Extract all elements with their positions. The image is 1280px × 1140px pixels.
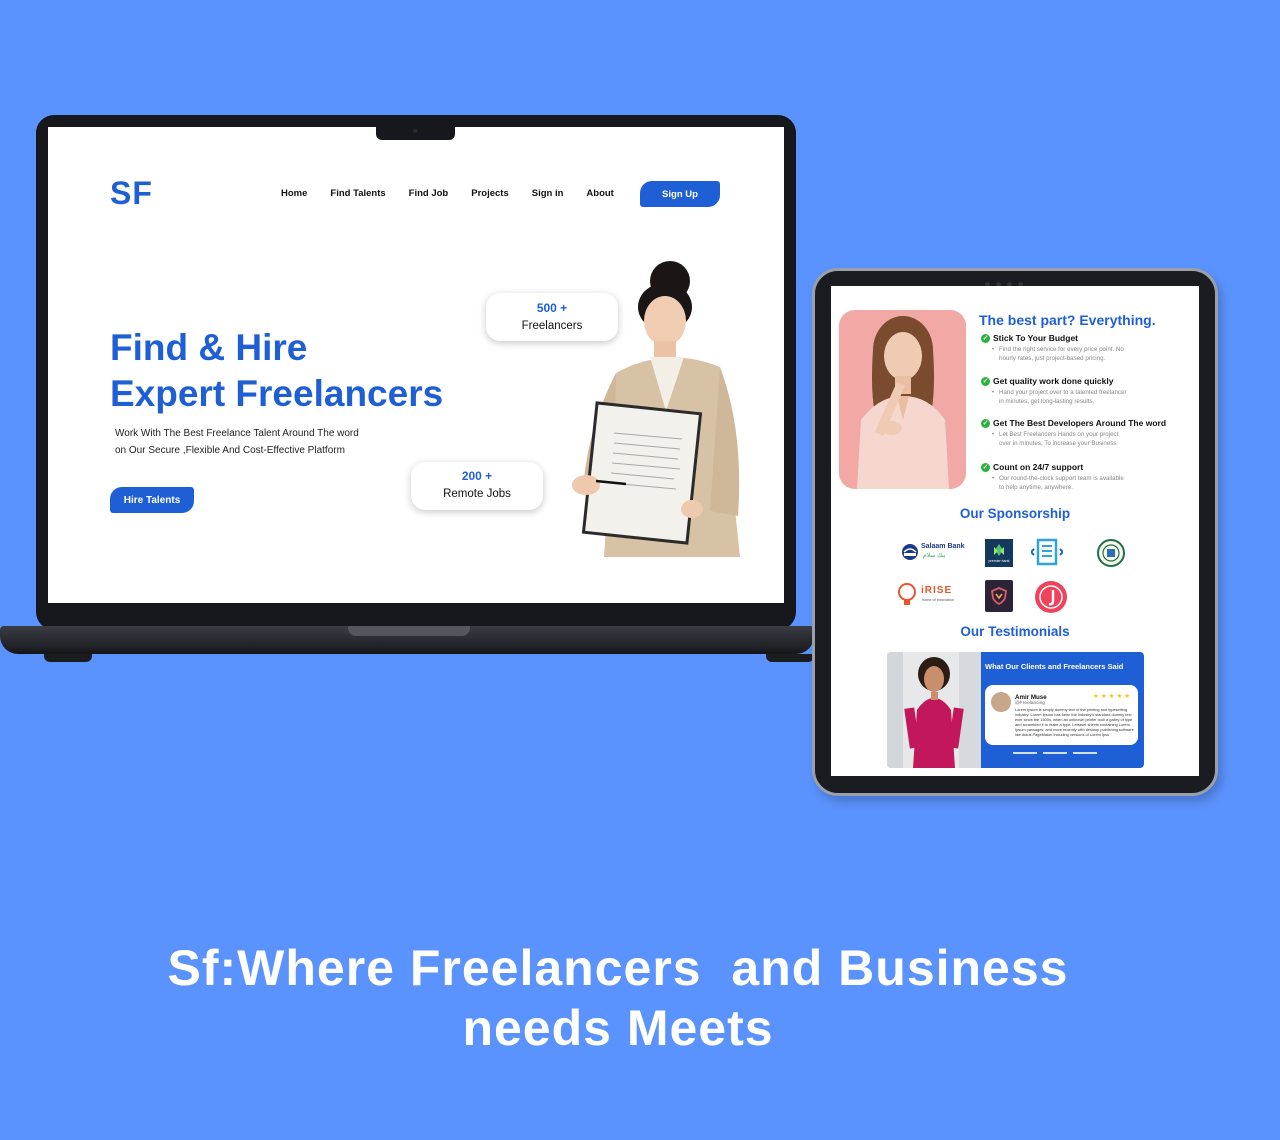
hire-talents-button[interactable]: Hire Talents: [110, 487, 194, 513]
tagline: Sf:Where Freelancers and Business needs …: [0, 938, 1236, 1058]
salaam-bank-name: Salaam Bank: [921, 543, 965, 550]
laptop-trackpad-groove: [348, 626, 470, 636]
freelancers-count: 500 +: [536, 301, 568, 315]
sponsorship-title: Our Sponsorship: [959, 506, 1071, 521]
salaam-bank-arabic: بنك سلام: [923, 553, 946, 559]
nav-home[interactable]: Home: [281, 188, 307, 199]
check-icon: ✓: [981, 418, 990, 428]
hero-title-line2: Expert Freelancers: [110, 373, 444, 414]
tablet-screen: The best part? Everything. ✓ Stick To You…: [831, 286, 1199, 776]
carousel-dot[interactable]: [1073, 752, 1097, 754]
freelancers-label: Freelancers: [521, 320, 583, 332]
document-brand-logo[interactable]: [1031, 537, 1063, 567]
j-brand-logo[interactable]: [1035, 581, 1067, 613]
laptop-foot-left: [44, 654, 92, 662]
testimonial-header: What Our Clients and Freelancers Said: [985, 662, 1124, 671]
tablet-camera: [985, 274, 1045, 287]
feature-desc: Our round-the-clock support team is avai…: [992, 475, 1129, 492]
remote-jobs-count: 200 +: [461, 469, 493, 483]
remote-jobs-stat-card: 200 + Remote Jobs: [411, 462, 543, 510]
feature-desc: Hand your project over to a talented fre…: [992, 389, 1129, 406]
feature-item: ✓ Get The Best Developers Around The word…: [981, 418, 1196, 448]
laptop-screen: SF Home Find Talents Find Job Projects S…: [48, 127, 784, 603]
testimonial-woman-image: [887, 652, 981, 768]
feature-item: ✓Stick To Your Budget Find the right ser…: [981, 333, 1196, 363]
carousel-dot[interactable]: [1013, 752, 1037, 754]
laptop-foot-right: [766, 654, 814, 662]
nav-find-job[interactable]: Find Job: [409, 188, 449, 199]
hero-subtitle: Work With The Best Freelance Talent Arou…: [115, 426, 405, 459]
hero-title-line1: Find & Hire: [110, 327, 308, 368]
features-heading: The best part? Everything.: [979, 312, 1156, 328]
irise-tagline: home of innovation: [922, 598, 955, 602]
nav-find-talents[interactable]: Find Talents: [330, 188, 385, 199]
feature-desc: Let Best Freelancers Hands on your proje…: [992, 431, 1129, 448]
avatar: [991, 692, 1011, 712]
irise-logo[interactable]: iRISE home of innovation: [897, 581, 965, 609]
remote-jobs-label: Remote Jobs: [443, 488, 511, 500]
nav-about[interactable]: About: [586, 188, 613, 199]
feature-desc: Find the right service for every price p…: [992, 346, 1129, 363]
nav-sign-in[interactable]: Sign in: [532, 188, 564, 199]
testimonials-title: Our Testimonials: [960, 624, 1070, 639]
signup-button[interactable]: Sign Up: [640, 181, 720, 207]
tagline-line2: needs Meets: [462, 1000, 774, 1056]
feature-title: Get quality work done quickly: [993, 376, 1114, 386]
nav-projects[interactable]: Projects: [471, 188, 509, 199]
feature-title: Count on 24/7 support: [993, 462, 1084, 472]
feature-title: Stick To Your Budget: [993, 333, 1079, 343]
testimonial-card: What Our Clients and Freelancers Said Am…: [887, 652, 1144, 768]
testimonial-name: Amir Muse: [1015, 694, 1047, 701]
freelancers-stat-card: 500 + Freelancers: [486, 293, 618, 341]
laptop-camera: [413, 129, 417, 133]
feature-item: ✓Count on 24/7 support Our round-the-clo…: [981, 462, 1196, 492]
testimonial-text: Lorem Ipsum is simply dummy text of the …: [1015, 707, 1134, 737]
hero-subtitle-line1: Work With The Best Freelance Talent Arou…: [115, 428, 359, 439]
site-logo[interactable]: SF: [110, 175, 153, 212]
rating-stars-icon: ★★★★★: [1093, 693, 1133, 700]
testimonial-quote-card: Amir Muse @Freelancing ★★★★★ Lorem Ipsum…: [985, 685, 1138, 745]
carousel-dot[interactable]: [1043, 752, 1067, 754]
check-icon: ✓: [981, 333, 990, 343]
tagline-line1: Sf:Where Freelancers and Business: [167, 940, 1069, 996]
irise-name: iRISE: [921, 585, 953, 596]
feature-woman-image: [839, 310, 966, 489]
hero-title: Find & Hire Expert Freelancers: [110, 325, 443, 417]
main-nav: Home Find Talents Find Job Projects Sign…: [281, 188, 637, 199]
testimonial-handle: @Freelancing: [1015, 701, 1045, 706]
premier-bank-name: premier bank: [988, 559, 1010, 563]
hero-subtitle-line2: on Our Secure ,Flexible And Cost-Effecti…: [115, 444, 345, 456]
salaam-bank-logo[interactable]: Salaam Bank بنك سلام: [901, 541, 965, 563]
feature-item: ✓Get quality work done quickly Hand your…: [981, 376, 1196, 406]
check-icon: ✓: [981, 462, 990, 472]
shield-brand-logo[interactable]: [985, 580, 1013, 612]
carousel-indicators[interactable]: [1013, 752, 1097, 754]
premier-bank-logo[interactable]: premier bank: [985, 539, 1013, 567]
feature-title: Get The Best Developers Around The word: [993, 418, 1167, 428]
check-icon: ✓: [981, 376, 990, 386]
university-seal-logo[interactable]: [1096, 538, 1126, 568]
